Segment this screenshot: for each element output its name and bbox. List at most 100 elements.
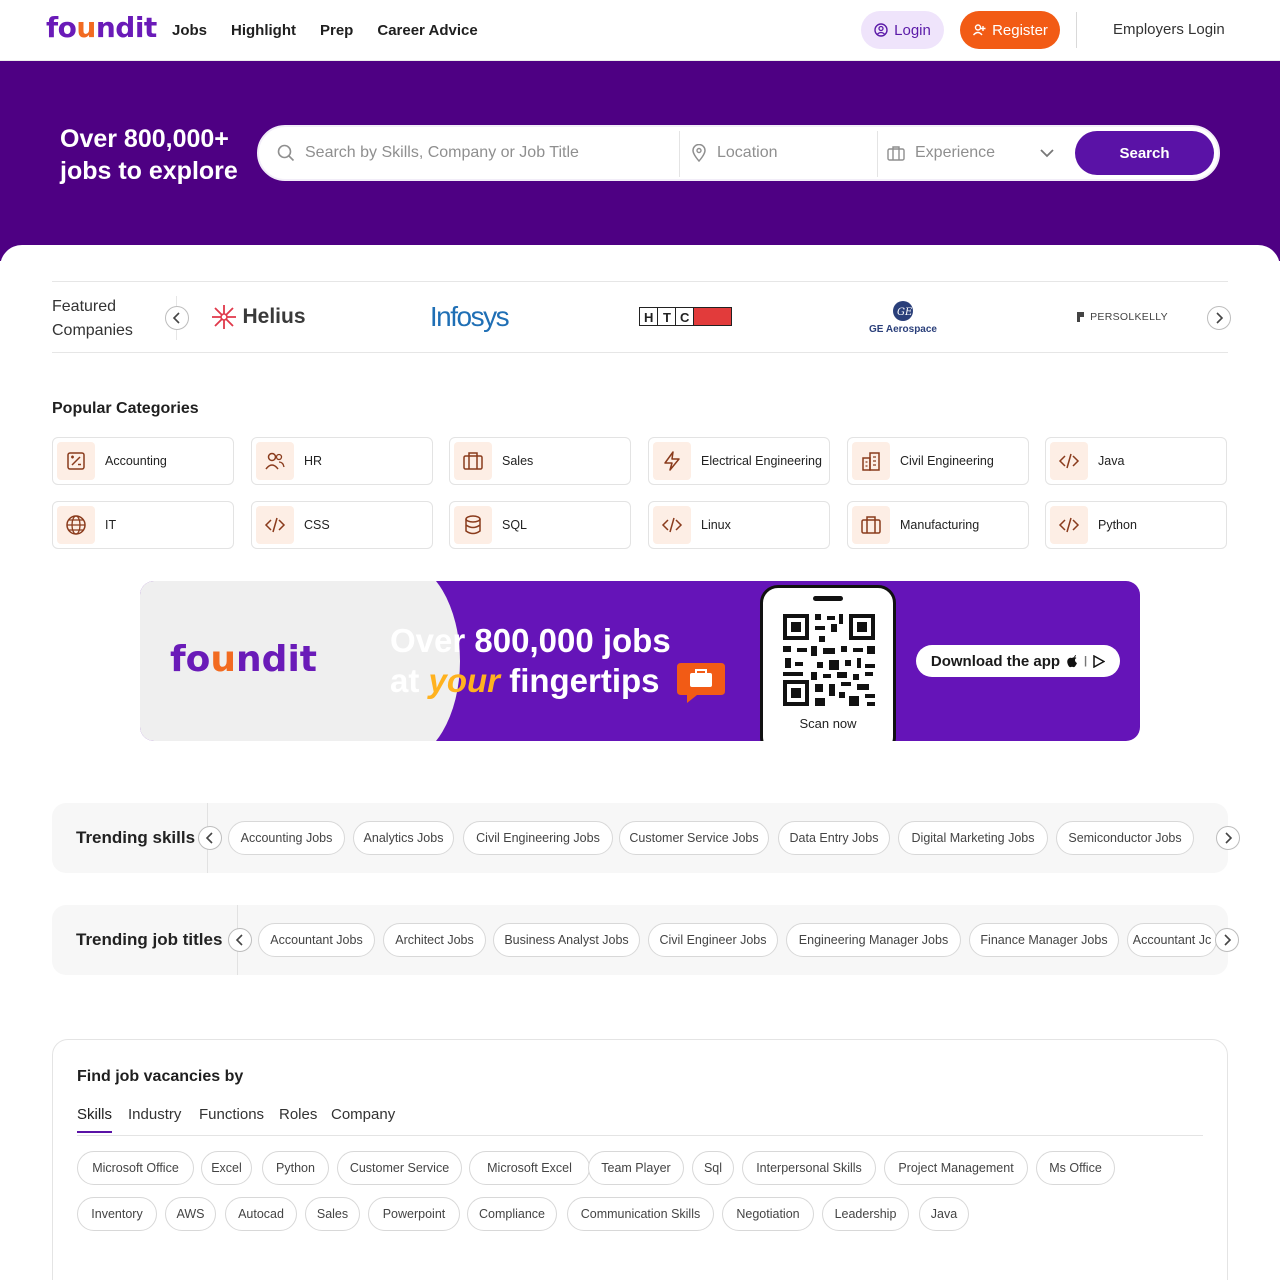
skill-chip[interactable]: Compliance [467,1197,557,1231]
category-python[interactable]: Python [1045,501,1227,549]
trending-skill-chip[interactable]: Digital Marketing Jobs [898,821,1048,855]
tab-roles[interactable]: Roles [279,1106,317,1123]
company-logo-htc[interactable]: H T C [636,282,736,352]
banner-line-2-pre: at [390,662,429,699]
company-logo-helius[interactable]: Helius [202,282,312,352]
trending-skill-chip[interactable]: Civil Engineering Jobs [463,821,613,855]
download-app-button[interactable]: Download the app | [916,645,1120,677]
phone-notch [813,596,843,601]
trending-skill-chip[interactable]: Customer Service Jobs [619,821,769,855]
skill-chip[interactable]: Java [919,1197,969,1231]
skill-chip[interactable]: AWS [165,1197,216,1231]
foundit-logo[interactable]: foundit [46,11,157,44]
nav-prep[interactable]: Prep [320,22,353,39]
skill-chip[interactable]: Excel [201,1151,252,1185]
qr-code-icon[interactable] [781,612,877,708]
keyword-search-field[interactable]: Search by Skills, Company or Job Title [277,127,677,179]
trending-title-chip[interactable]: Engineering Manager Jobs [786,923,961,957]
trending-skill-chip[interactable]: Semiconductor Jobs [1056,821,1194,855]
category-manufacturing[interactable]: Manufacturing [847,501,1029,549]
trending-title-chip[interactable]: Civil Engineer Jobs [648,923,778,957]
nav-jobs[interactable]: Jobs [172,22,207,39]
banner-line-2-post: fingertips [500,662,660,699]
skill-chip[interactable]: Sales [305,1197,360,1231]
login-button[interactable]: Login [861,11,944,49]
skill-chip[interactable]: Communication Skills [567,1197,714,1231]
phone-mockup: Scan now [760,585,896,741]
nav-highlight[interactable]: Highlight [231,22,296,39]
skill-chip[interactable]: Ms Office [1036,1151,1115,1185]
category-label: Accounting [105,454,167,468]
category-it[interactable]: IT [52,501,234,549]
globe-icon [57,506,95,544]
category-label: Civil Engineering [900,454,994,468]
htc-logo-icon: H T C [639,307,732,326]
search-button[interactable]: Search [1075,131,1214,175]
category-hr[interactable]: HR [251,437,433,485]
skills-next-button[interactable] [1216,826,1240,850]
skill-chip[interactable]: Autocad [225,1197,297,1231]
skill-chip[interactable]: Negotiation [722,1197,814,1231]
location-field[interactable]: Location [691,127,871,179]
company-logo-persolkelly[interactable]: PERSOLKELLY [1062,282,1182,352]
skill-chip[interactable]: Microsoft Excel [469,1151,590,1185]
location-input[interactable]: Location [717,144,778,162]
briefcase-icon [454,442,492,480]
skill-chip[interactable]: Inventory [77,1197,157,1231]
category-civil-engineering[interactable]: Civil Engineering [847,437,1029,485]
skill-chip[interactable]: Interpersonal Skills [742,1151,876,1185]
skills-prev-button[interactable] [198,826,222,850]
chat-briefcase-icon [677,663,725,703]
trending-title-chip[interactable]: Accountant Jc [1127,923,1217,957]
tab-company[interactable]: Company [331,1106,395,1123]
database-icon [454,506,492,544]
skill-chip[interactable]: Powerpoint [368,1197,460,1231]
tab-industry[interactable]: Industry [128,1106,181,1123]
category-electrical-engineering[interactable]: Electrical Engineering [648,437,830,485]
vacancies-tabs: Skills Industry Functions Roles Company [77,1106,1203,1136]
featured-prev-button[interactable] [165,306,189,330]
skill-chip[interactable]: Microsoft Office [77,1151,194,1185]
company-logo-infosys[interactable]: Infosys [414,282,524,352]
code-icon [1050,442,1088,480]
featured-companies: Featured Companies Helius Infosys H T C … [52,281,1231,353]
apple-icon [1067,655,1078,668]
category-css[interactable]: CSS [251,501,433,549]
category-sales[interactable]: Sales [449,437,631,485]
experience-select[interactable]: Experience [915,144,995,162]
trending-title-chip[interactable]: Accountant Jobs [258,923,375,957]
trending-skill-chip[interactable]: Data Entry Jobs [778,821,890,855]
location-pin-icon [692,144,706,162]
tab-functions[interactable]: Functions [199,1106,264,1123]
keyword-search-input[interactable]: Search by Skills, Company or Job Title [305,144,579,162]
skill-chip[interactable]: Python [262,1151,329,1185]
skill-chip[interactable]: Team Player [588,1151,684,1185]
company-logo-ge-aerospace[interactable]: GE GE Aerospace [848,282,958,352]
category-linux[interactable]: Linux [648,501,830,549]
skill-chip[interactable]: Project Management [884,1151,1028,1185]
accounting-icon [57,442,95,480]
titles-prev-button[interactable] [228,928,252,952]
download-app-label: Download the app [930,652,1061,670]
skill-chip[interactable]: Leadership [822,1197,909,1231]
trending-title-chip[interactable]: Architect Jobs [383,923,486,957]
category-java[interactable]: Java [1045,437,1227,485]
tab-skills[interactable]: Skills [77,1106,113,1133]
trending-title-chip[interactable]: Finance Manager Jobs [969,923,1119,957]
register-button[interactable]: Register [960,11,1060,49]
vacancies-title: Find job vacancies by [77,1068,244,1085]
category-accounting[interactable]: Accounting [52,437,234,485]
trending-title-chip[interactable]: Business Analyst Jobs [493,923,640,957]
category-sql[interactable]: SQL [449,501,631,549]
trending-skill-chip[interactable]: Accounting Jobs [228,821,345,855]
skill-chip[interactable]: Sql [692,1151,734,1185]
nav-career-advice[interactable]: Career Advice [377,22,477,39]
trending-skill-chip[interactable]: Analytics Jobs [353,821,454,855]
chevron-down-icon[interactable] [1039,147,1055,159]
employers-login-link[interactable]: Employers Login [1113,21,1225,38]
skill-chip[interactable]: Customer Service [337,1151,462,1185]
titles-next-button[interactable] [1215,928,1239,952]
persolkelly-mark-icon [1077,312,1085,322]
app-download-banner[interactable]: foundit Over 800,000 jobs at your finger… [140,581,1140,741]
featured-next-button[interactable] [1207,306,1231,330]
